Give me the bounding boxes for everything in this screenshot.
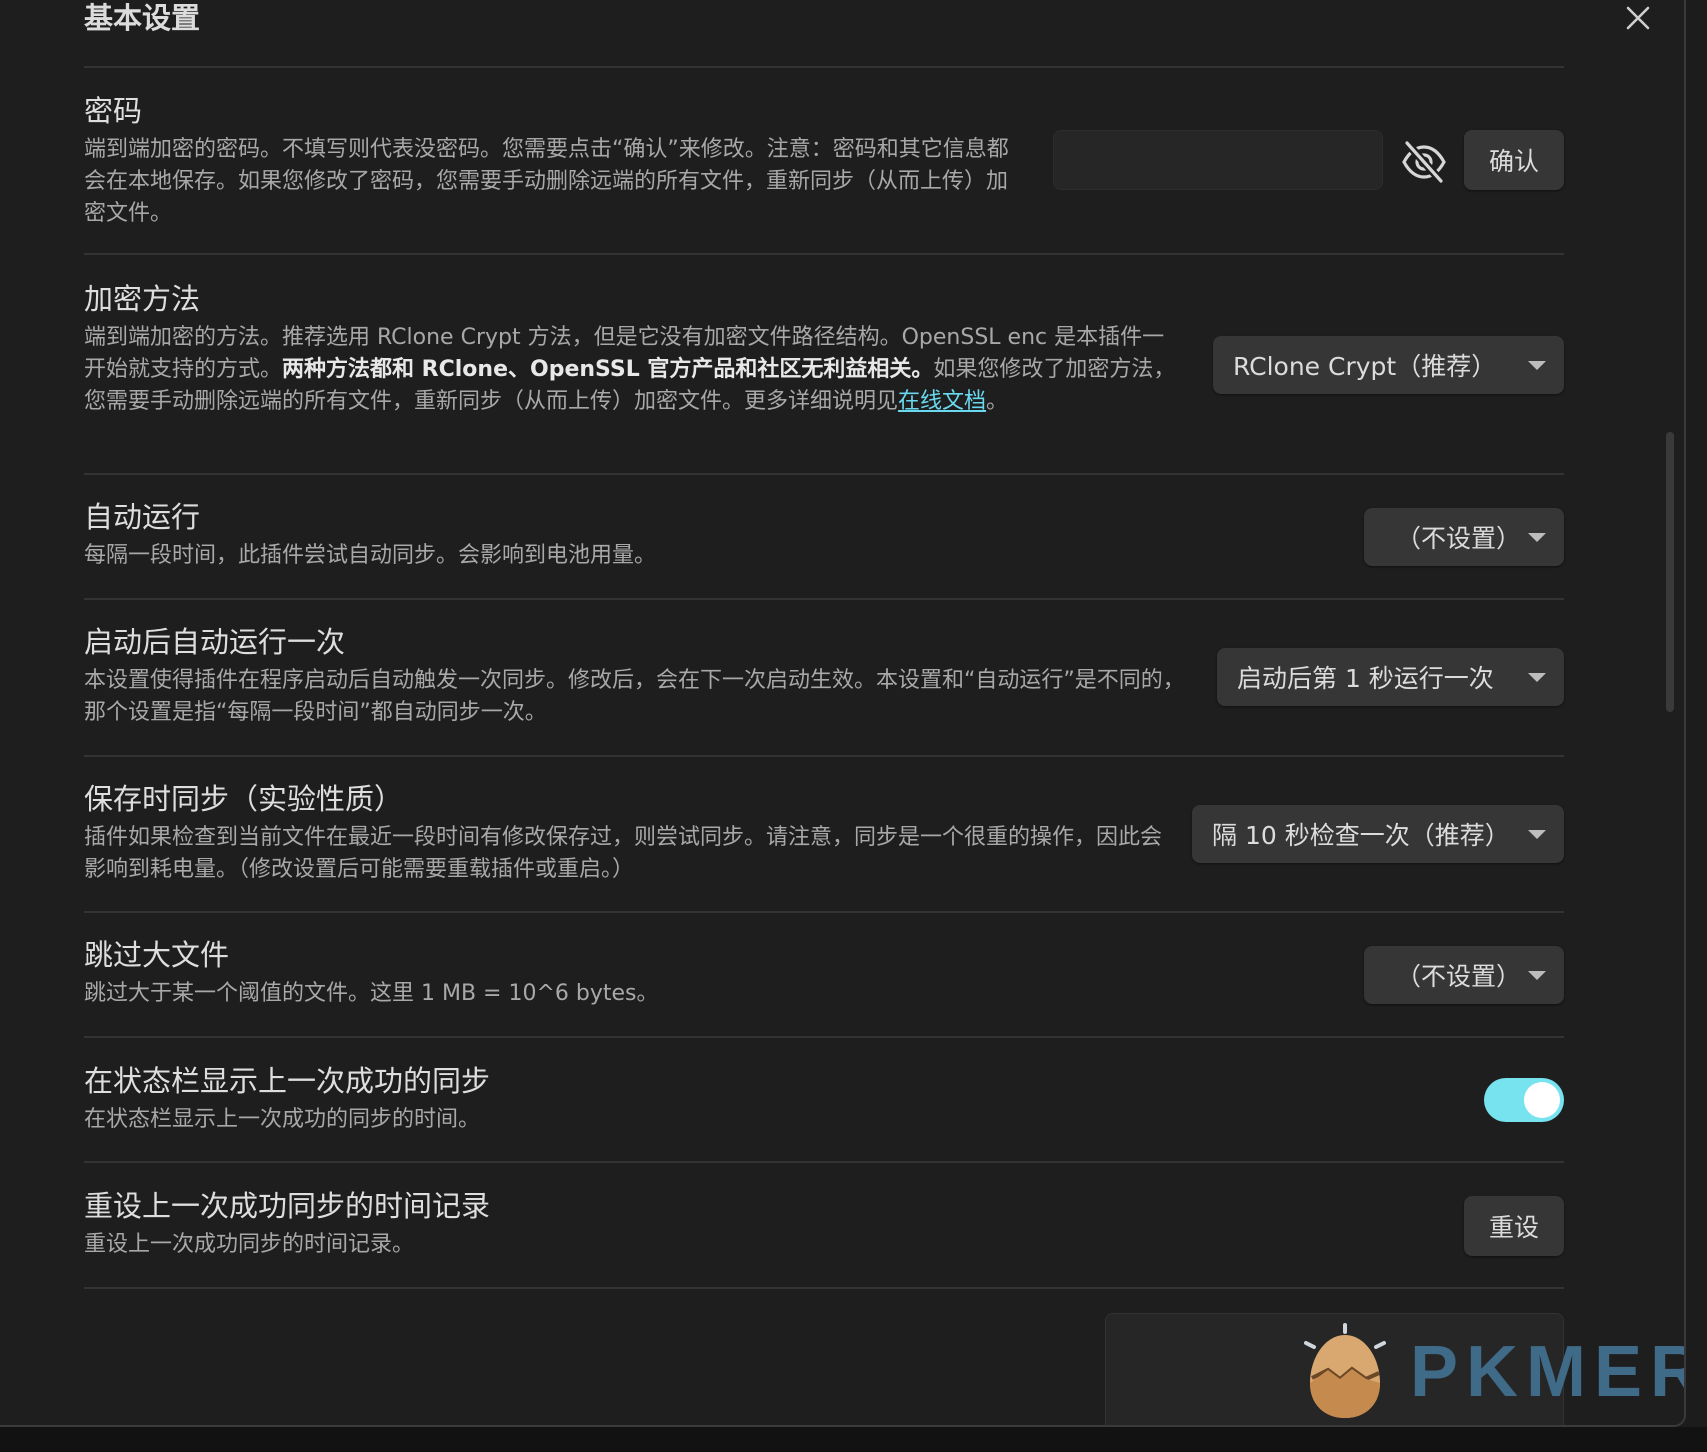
setting-name: 重设上一次成功同步的时间记录: [84, 1189, 491, 1223]
pkmer-watermark: PKMER: [1300, 1318, 1684, 1425]
chevron-down-icon: [1528, 533, 1546, 542]
desc-bold-text: 两种方法都和 RClone、OpenSSL 官方产品和社区无利益相关。: [282, 357, 934, 382]
save-sync-select[interactable]: 隔 10 秒检查一次（推荐）: [1192, 805, 1564, 863]
statusbar-toggle[interactable]: [1484, 1078, 1564, 1122]
divider: [84, 1161, 1564, 1163]
setting-desc: 每隔一段时间，此插件尝试自动同步。会影响到电池用量。: [84, 543, 657, 568]
select-value: （不设置）: [1396, 962, 1522, 991]
chevron-down-icon: [1528, 361, 1546, 370]
select-value: （不设置）: [1396, 524, 1522, 553]
close-button[interactable]: [1620, 0, 1656, 36]
autorun-select[interactable]: （不设置）: [1364, 508, 1564, 566]
setting-name: 在状态栏显示上一次成功的同步: [84, 1064, 491, 1098]
divider: [84, 66, 1564, 68]
select-value: 启动后第 1 秒运行一次: [1237, 664, 1494, 693]
eye-off-icon: [1402, 140, 1446, 184]
setting-statusbar: 在状态栏显示上一次成功的同步 在状态栏显示上一次成功的同步的时间。: [84, 1062, 1564, 1152]
window-bottom-strip: [0, 1427, 1707, 1452]
divider: [84, 253, 1564, 255]
confirm-password-button[interactable]: 确认: [1464, 130, 1564, 190]
watermark-text: PKMER: [1410, 1332, 1686, 1412]
setting-desc: 本设置使得插件在程序启动后自动触发一次同步。修改后，会在下一次启动生效。本设置和…: [84, 668, 1185, 725]
setting-name: 跳过大文件: [84, 938, 230, 972]
online-docs-link[interactable]: 在线文档: [898, 389, 986, 414]
desc-text: 。: [986, 389, 1009, 414]
select-value: 隔 10 秒检查一次（推荐）: [1212, 821, 1510, 850]
setting-desc: 端到端加密的方法。推荐选用 RClone Crypt 方法，但是它没有加密文件路…: [84, 322, 1184, 418]
setting-autorun: 自动运行 每隔一段时间，此插件尝试自动同步。会影响到电池用量。: [84, 498, 1564, 588]
chevron-down-icon: [1528, 971, 1546, 980]
divider: [84, 598, 1564, 600]
setting-skip-large: 跳过大文件 跳过大于某一个阈值的文件。这里 1 MB = 10^6 bytes。: [84, 936, 1564, 1026]
reset-button[interactable]: 重设: [1464, 1196, 1564, 1256]
password-input[interactable]: [1053, 130, 1383, 190]
chevron-down-icon: [1528, 673, 1546, 682]
password-controls: 确认: [84, 88, 1564, 198]
setting-name: 自动运行: [84, 500, 201, 534]
divider: [84, 1287, 1564, 1289]
divider: [84, 911, 1564, 913]
setting-desc: 重设上一次成功同步的时间记录。: [84, 1232, 415, 1257]
setting-reset: 重设上一次成功同步的时间记录 重设上一次成功同步的时间记录。: [84, 1187, 1564, 1277]
select-value: RClone Crypt（推荐）: [1233, 352, 1497, 381]
divider: [84, 1036, 1564, 1038]
skip-large-select[interactable]: （不设置）: [1364, 946, 1564, 1004]
pkmer-logo-icon: [1304, 1323, 1386, 1418]
setting-desc: 跳过大于某一个阈值的文件。这里 1 MB = 10^6 bytes。: [84, 981, 659, 1006]
scrollbar-thumb[interactable]: [1666, 432, 1674, 712]
chevron-down-icon: [1528, 830, 1546, 839]
close-icon: [1626, 6, 1650, 30]
toggle-knob: [1524, 1082, 1560, 1118]
setting-desc: 在状态栏显示上一次成功的同步的时间。: [84, 1107, 481, 1132]
section-title: 基本设置: [84, 1, 201, 35]
encryption-method-select[interactable]: RClone Crypt（推荐）: [1213, 336, 1564, 394]
startup-run-select[interactable]: 启动后第 1 秒运行一次: [1217, 648, 1564, 706]
divider: [84, 755, 1564, 757]
divider: [84, 473, 1564, 475]
settings-modal: 基本设置 密码 端到端加密的密码。不填写则代表没密码。您需要点击“确认”来修改。…: [0, 0, 1686, 1427]
toggle-visibility-button[interactable]: [1400, 138, 1448, 186]
setting-name: 加密方法: [84, 282, 201, 316]
setting-desc: 插件如果检查到当前文件在最近一段时间有修改保存过，则尝试同步。请注意，同步是一个…: [84, 825, 1163, 882]
